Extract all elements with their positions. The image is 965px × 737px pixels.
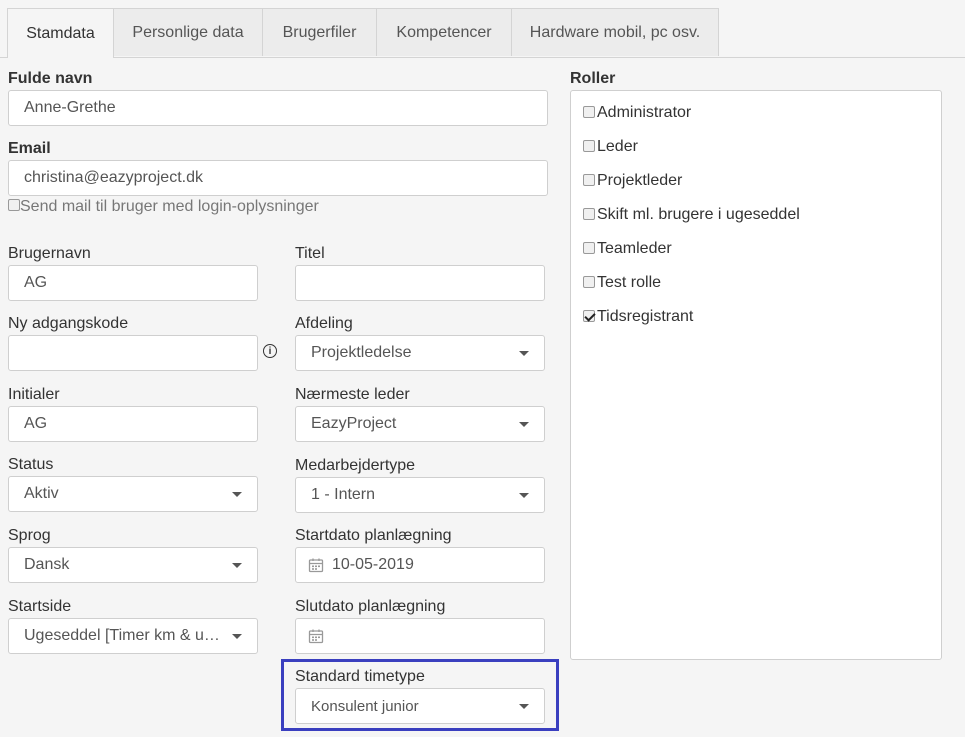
tab-bar: Stamdata Personlige data Brugerfiler Kom…: [0, 0, 965, 58]
startpage-value: Ugeseddel [Timer km & udlæg]: [24, 627, 224, 644]
initials-input[interactable]: AG: [8, 406, 258, 442]
role-checkbox[interactable]: [583, 140, 595, 152]
chevron-down-icon: [519, 703, 529, 709]
role-checkbox[interactable]: [583, 242, 595, 254]
fullname-value: Anne-Grethe: [24, 99, 116, 116]
role-leder[interactable]: Leder: [583, 138, 638, 156]
manager-value: EazyProject: [311, 415, 397, 432]
tab-stamdata[interactable]: Stamdata: [7, 8, 114, 58]
tab-label: Kompetencer: [396, 23, 492, 41]
status-select[interactable]: Aktiv: [8, 476, 258, 512]
role-checkbox[interactable]: [583, 276, 595, 288]
time-type-select[interactable]: Konsulent junior: [295, 688, 545, 724]
end-planning-label: Slutdato planlægning: [295, 598, 446, 615]
start-planning-value: 10-05-2019: [332, 556, 414, 573]
tab-personlige-data[interactable]: Personlige data: [113, 8, 263, 56]
username-input[interactable]: AG: [8, 265, 258, 301]
end-planning-date-input[interactable]: [295, 618, 545, 654]
initials-label: Initialer: [8, 386, 60, 403]
tab-kompetencer[interactable]: Kompetencer: [376, 8, 512, 56]
tab-label: Stamdata: [26, 24, 95, 42]
role-checkbox[interactable]: [583, 174, 595, 186]
chevron-down-icon: [232, 491, 242, 497]
title-label: Titel: [295, 245, 325, 262]
department-select[interactable]: Projektledelse: [295, 335, 545, 371]
chevron-down-icon: [519, 350, 529, 356]
tab-label: Brugerfiler: [282, 23, 357, 41]
role-checkbox[interactable]: [583, 208, 595, 220]
role-teamleder[interactable]: Teamleder: [583, 240, 672, 258]
role-checkbox[interactable]: [583, 106, 595, 118]
language-value: Dansk: [24, 556, 70, 573]
role-projektleder[interactable]: Projektleder: [583, 172, 682, 190]
title-input[interactable]: [295, 265, 545, 301]
chevron-down-icon: [519, 421, 529, 427]
roles-label: Roller: [570, 70, 616, 87]
role-label: Leder: [597, 138, 638, 155]
role-test-rolle[interactable]: Test rolle: [583, 274, 661, 292]
startpage-select[interactable]: Ugeseddel [Timer km & udlæg]: [8, 618, 258, 654]
roles-list: Administrator Leder Projektleder Skift m…: [570, 90, 942, 660]
calendar-icon[interactable]: [308, 557, 324, 573]
send-mail-checkbox[interactable]: [8, 199, 20, 211]
role-label: Test rolle: [597, 274, 662, 291]
fullname-input[interactable]: Anne-Grethe: [8, 90, 548, 126]
status-label: Status: [8, 456, 54, 473]
chevron-down-icon: [232, 562, 242, 568]
calendar-icon[interactable]: [308, 628, 324, 644]
send-mail-label: Send mail til bruger med login-oplysning…: [20, 198, 319, 215]
role-skift-brugere[interactable]: Skift ml. brugere i ugeseddel: [583, 206, 800, 224]
role-label: Projektleder: [597, 172, 683, 189]
start-planning-date-input[interactable]: 10-05-2019: [295, 547, 545, 583]
initials-value: AG: [24, 415, 48, 432]
tab-hardware[interactable]: Hardware mobil, pc osv.: [511, 8, 719, 56]
manager-label: Nærmeste leder: [295, 386, 410, 403]
role-label: Administrator: [597, 104, 692, 121]
role-tidsregistrant[interactable]: Tidsregistrant: [583, 308, 693, 326]
language-select[interactable]: Dansk: [8, 547, 258, 583]
role-label: Skift ml. brugere i ugeseddel: [597, 206, 800, 223]
password-label: Ny adgangskode: [8, 315, 129, 332]
time-type-value: Konsulent junior: [311, 697, 419, 715]
startpage-label: Startside: [8, 598, 72, 615]
role-label: Tidsregistrant: [597, 308, 694, 325]
email-input[interactable]: christina@eazyproject.dk: [8, 160, 548, 196]
chevron-down-icon: [519, 492, 529, 498]
info-icon[interactable]: i: [263, 344, 277, 358]
status-value: Aktiv: [24, 485, 59, 502]
employee-type-select[interactable]: 1 - Intern: [295, 477, 545, 513]
tab-brugerfiler[interactable]: Brugerfiler: [262, 8, 377, 56]
language-label: Sprog: [8, 527, 51, 544]
password-input[interactable]: [8, 335, 258, 371]
start-planning-label: Startdato planlægning: [295, 527, 452, 544]
department-value: Projektledelse: [311, 344, 412, 361]
time-type-label: Standard timetype: [295, 668, 425, 685]
employee-type-value: 1 - Intern: [311, 486, 376, 503]
manager-select[interactable]: EazyProject: [295, 406, 545, 442]
role-label: Teamleder: [597, 240, 672, 257]
send-mail-option[interactable]: Send mail til bruger med login-oplysning…: [8, 198, 319, 216]
username-label: Brugernavn: [8, 245, 91, 262]
email-label: Email: [8, 140, 51, 157]
chevron-down-icon: [232, 633, 242, 639]
email-value: christina@eazyproject.dk: [24, 169, 203, 186]
role-administrator[interactable]: Administrator: [583, 104, 691, 122]
department-label: Afdeling: [295, 315, 353, 332]
employee-type-label: Medarbejdertype: [295, 457, 416, 474]
username-value: AG: [24, 274, 48, 291]
role-checkbox-checked[interactable]: [583, 310, 595, 322]
tab-label: Personlige data: [132, 23, 244, 41]
fullname-label: Fulde navn: [8, 70, 93, 87]
tab-label: Hardware mobil, pc osv.: [529, 23, 701, 41]
